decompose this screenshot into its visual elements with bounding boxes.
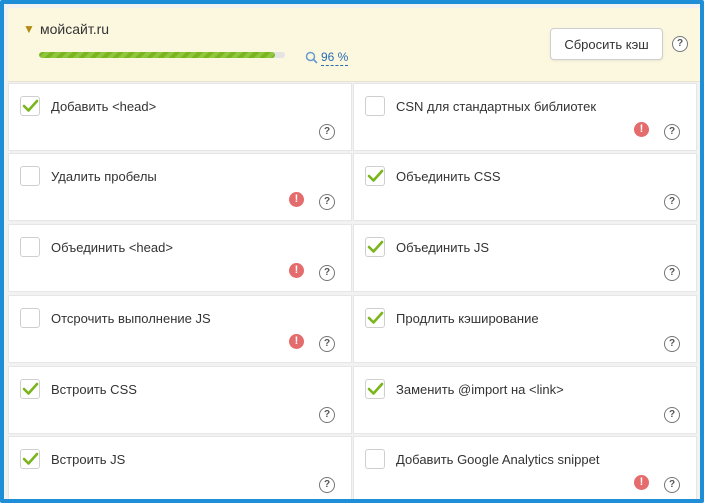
option-checkbox[interactable]	[20, 237, 40, 257]
optimization-progress	[39, 52, 285, 58]
help-icon[interactable]: ?	[664, 194, 680, 210]
warning-icon[interactable]: !	[634, 122, 649, 137]
option-label: CSN для стандартных библиотек	[396, 99, 597, 114]
option-label: Продлить кэширование	[396, 311, 539, 326]
option-card: Продлить кэширование?	[353, 295, 697, 363]
option-card: Объединить <head>!?	[8, 224, 352, 292]
option-label: Объединить CSS	[396, 169, 501, 184]
option-card: Встроить JS?	[8, 436, 352, 499]
option-checkbox[interactable]	[20, 96, 40, 116]
checkmark-icon	[367, 382, 384, 395]
site-name: мойсайт.ru	[40, 21, 110, 37]
option-card: Объединить JS?	[353, 224, 697, 292]
option-label: Встроить JS	[51, 452, 126, 467]
option-label: Добавить Google Analytics snippet	[396, 452, 600, 467]
option-label: Добавить <head>	[51, 99, 157, 114]
score-link[interactable]: 96 %	[321, 50, 349, 66]
checkmark-icon	[367, 169, 384, 182]
checkmark-icon	[22, 452, 39, 465]
help-icon[interactable]: ?	[664, 407, 680, 423]
help-icon[interactable]: ?	[319, 477, 335, 493]
option-checkbox[interactable]	[20, 166, 40, 186]
option-card: Объединить CSS?	[353, 153, 697, 221]
option-checkbox[interactable]	[365, 379, 385, 399]
option-checkbox[interactable]	[20, 308, 40, 328]
option-checkbox[interactable]	[365, 96, 385, 116]
option-label: Объединить JS	[396, 240, 489, 255]
progress-fill	[39, 52, 276, 58]
warning-icon[interactable]: !	[289, 334, 304, 349]
help-icon[interactable]: ?	[319, 124, 335, 140]
help-icon[interactable]: ?	[664, 265, 680, 281]
help-icon[interactable]: ?	[664, 124, 680, 140]
checkmark-icon	[367, 240, 384, 253]
help-icon[interactable]: ?	[664, 336, 680, 352]
warning-icon[interactable]: !	[634, 475, 649, 490]
option-checkbox[interactable]	[365, 308, 385, 328]
option-label: Объединить <head>	[51, 240, 173, 255]
warning-icon[interactable]: !	[289, 263, 304, 278]
option-card: Добавить Google Analytics snippet!?	[353, 436, 697, 499]
help-icon[interactable]: ?	[672, 36, 688, 52]
warning-icon[interactable]: !	[289, 192, 304, 207]
option-card: CSN для стандартных библиотек!?	[353, 83, 697, 151]
help-icon[interactable]: ?	[319, 194, 335, 210]
option-card: Отсрочить выполнение JS!?	[8, 295, 352, 363]
option-label: Встроить CSS	[51, 382, 137, 397]
option-card: Заменить @import на <link>?	[353, 366, 697, 434]
option-card: Добавить <head>?	[8, 83, 352, 151]
option-card: Встроить CSS?	[8, 366, 352, 434]
option-label: Заменить @import на <link>	[396, 382, 564, 397]
expand-toggle-icon[interactable]: ▼	[23, 22, 35, 36]
checkmark-icon	[22, 99, 39, 112]
option-checkbox[interactable]	[20, 449, 40, 469]
help-icon[interactable]: ?	[319, 265, 335, 281]
help-icon[interactable]: ?	[319, 336, 335, 352]
reset-cache-button[interactable]: Сбросить кэш	[550, 28, 663, 60]
option-card: Удалить пробелы!?	[8, 153, 352, 221]
help-icon[interactable]: ?	[319, 407, 335, 423]
help-icon[interactable]: ?	[664, 477, 680, 493]
magnifier-icon	[305, 51, 318, 64]
site-header: ▼ мойсайт.ru 96 % Сбросить кэш ?	[8, 8, 700, 82]
settings-panel: ▼ мойсайт.ru 96 % Сбросить кэш ? Добавит…	[0, 0, 704, 503]
option-checkbox[interactable]	[20, 379, 40, 399]
option-checkbox[interactable]	[365, 449, 385, 469]
option-label: Удалить пробелы	[51, 169, 157, 184]
checkmark-icon	[22, 382, 39, 395]
checkmark-icon	[367, 311, 384, 324]
option-checkbox[interactable]	[365, 166, 385, 186]
option-checkbox[interactable]	[365, 237, 385, 257]
option-label: Отсрочить выполнение JS	[51, 311, 211, 326]
